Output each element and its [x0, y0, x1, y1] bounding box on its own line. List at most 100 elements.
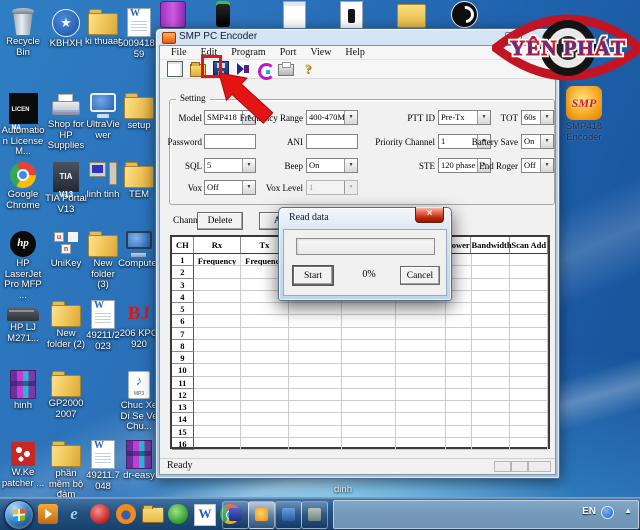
table-cell[interactable] — [288, 376, 343, 389]
table-cell[interactable] — [288, 401, 343, 414]
table-cell[interactable] — [446, 413, 472, 426]
table-cell[interactable] — [510, 401, 548, 414]
table-cell[interactable] — [342, 327, 396, 340]
channel-number-cell[interactable]: 13 — [172, 401, 194, 414]
desktop-icon-new-folder-2[interactable]: New folder (2) — [45, 298, 87, 350]
taskbar-window-person-app[interactable] — [275, 501, 302, 529]
channel-number-cell[interactable]: 16 — [172, 437, 194, 450]
taskbar-icon-firefox[interactable] — [116, 504, 136, 524]
table-cell[interactable] — [241, 388, 289, 401]
tray-status-icon[interactable] — [601, 506, 614, 519]
delete-button[interactable]: Delete — [197, 212, 243, 230]
table-cell[interactable] — [241, 376, 289, 389]
table-cell[interactable] — [193, 290, 242, 303]
table-cell[interactable] — [471, 364, 511, 377]
table-cell[interactable] — [510, 339, 548, 352]
table-cell[interactable] — [193, 315, 242, 328]
table-cell[interactable] — [471, 303, 511, 316]
table-cell[interactable] — [395, 339, 447, 352]
channel-number-cell[interactable]: 9 — [172, 352, 194, 365]
taskbar-window-blue-app[interactable] — [222, 501, 249, 529]
cancel-button[interactable]: Cancel — [400, 266, 440, 285]
desktop-icon-recycle-bin[interactable]: Recycle Bin — [0, 6, 46, 58]
desktop-icon-label-dinh[interactable]: dinh — [318, 484, 368, 495]
menu-program[interactable]: Program — [224, 46, 272, 59]
table-cell[interactable] — [241, 437, 289, 450]
blank-sheet-icon[interactable] — [283, 1, 306, 29]
desktop-icon-kbhxh[interactable]: KBHXH — [45, 6, 87, 50]
table-cell[interactable] — [510, 266, 548, 279]
table-cell[interactable] — [241, 327, 289, 340]
table-cell[interactable] — [510, 352, 548, 365]
table-cell[interactable] — [471, 327, 511, 340]
table-cell[interactable] — [471, 352, 511, 365]
table-cell[interactable] — [342, 376, 396, 389]
start-button[interactable] — [4, 500, 34, 530]
table-cell[interactable] — [288, 425, 343, 438]
table-cell[interactable] — [193, 437, 242, 450]
folder-icon[interactable] — [397, 4, 426, 28]
channel-number-cell[interactable]: 11 — [172, 376, 194, 389]
disc-logo-icon[interactable] — [451, 1, 478, 28]
desktop-icon-new-folder-3[interactable]: New folder (3) — [85, 228, 121, 291]
table-cell[interactable] — [241, 339, 289, 352]
table-cell[interactable] — [446, 401, 472, 414]
desktop-icon-49211-2023[interactable]: 49211/2023 — [85, 298, 121, 352]
taskbar-icon-green-app[interactable] — [168, 504, 188, 524]
table-cell[interactable] — [510, 327, 548, 340]
table-cell[interactable] — [446, 376, 472, 389]
table-cell[interactable] — [395, 376, 447, 389]
desktop-icon-tia-portal-v13[interactable]: TIA Portal V13 — [45, 159, 87, 215]
table-cell[interactable] — [471, 376, 511, 389]
desktop-icon-gp2000-2007[interactable]: GP2000 2007 — [45, 368, 87, 420]
channel-number-cell[interactable]: 7 — [172, 327, 194, 340]
desktop-icon-automation-license-m[interactable]: Automation License M... — [0, 90, 46, 158]
table-cell[interactable] — [395, 437, 447, 450]
new-toolbar-button[interactable] — [167, 61, 183, 77]
table-cell[interactable] — [446, 425, 472, 438]
table-cell[interactable] — [193, 339, 242, 352]
channel-number-cell[interactable]: 2 — [172, 266, 194, 279]
beep-dropdown[interactable]: On ▼ — [306, 158, 358, 173]
table-cell[interactable] — [471, 266, 511, 279]
table-cell[interactable] — [193, 254, 242, 267]
desktop-icon-hp-lj-m271[interactable]: HP LJ M271... — [0, 298, 46, 344]
table-cell[interactable] — [395, 401, 447, 414]
table-cell[interactable] — [471, 437, 511, 450]
table-cell[interactable] — [288, 437, 343, 450]
table-cell[interactable] — [241, 315, 289, 328]
table-cell[interactable] — [395, 352, 447, 365]
table-cell[interactable] — [193, 425, 242, 438]
channel-number-cell[interactable]: 15 — [172, 425, 194, 438]
table-cell[interactable] — [471, 339, 511, 352]
table-cell[interactable] — [510, 254, 548, 267]
ani-input[interactable] — [306, 134, 358, 149]
desktop-icon-ultraviewer[interactable]: UltraViewer — [85, 90, 121, 141]
table-cell[interactable] — [446, 437, 472, 450]
table-cell[interactable] — [395, 315, 447, 328]
channel-number-cell[interactable]: 14 — [172, 413, 194, 426]
menu-view[interactable]: View — [303, 46, 338, 59]
table-cell[interactable] — [471, 278, 511, 291]
channel-number-cell[interactable]: 6 — [172, 315, 194, 328]
table-cell[interactable] — [241, 364, 289, 377]
table-cell[interactable] — [342, 364, 396, 377]
winrar-archive-icon[interactable] — [160, 1, 186, 28]
table-cell[interactable] — [342, 303, 396, 316]
table-cell[interactable] — [241, 425, 289, 438]
desktop-icon-49211-7048[interactable]: 49211.7048 — [85, 438, 121, 492]
table-cell[interactable] — [241, 413, 289, 426]
table-cell[interactable] — [342, 352, 396, 365]
table-cell[interactable] — [510, 376, 548, 389]
channel-number-cell[interactable]: 5 — [172, 303, 194, 316]
channel-number-cell[interactable]: 8 — [172, 339, 194, 352]
desktop-icon-shop-for-hp-supplies[interactable]: Shop for HP Supplies — [45, 90, 87, 152]
table-cell[interactable] — [193, 364, 242, 377]
frequency-range-dropdown[interactable]: 400-470MHz▼ — [306, 110, 358, 125]
table-cell[interactable] — [193, 327, 242, 340]
table-cell[interactable] — [288, 339, 343, 352]
help-toolbar-button[interactable] — [301, 62, 315, 76]
show-hidden-icons-arrow[interactable]: ▲ — [624, 506, 632, 515]
table-cell[interactable] — [510, 364, 548, 377]
menu-help[interactable]: Help — [338, 46, 371, 59]
